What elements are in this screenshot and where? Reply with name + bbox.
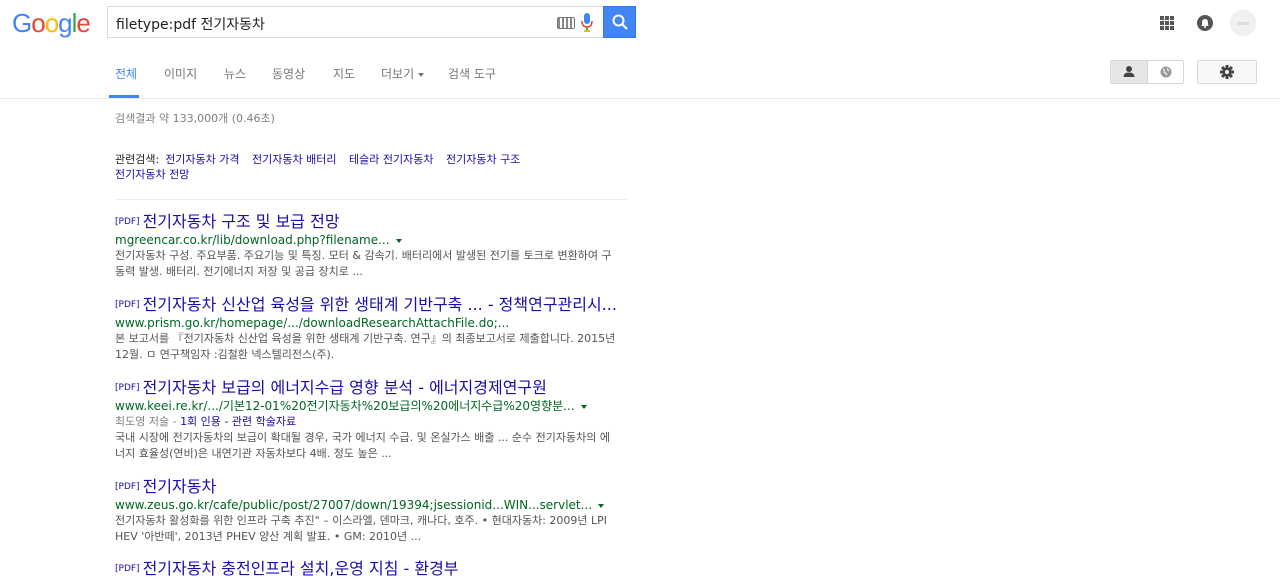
private-results-button[interactable] — [1111, 61, 1148, 83]
related-searches: 관련검색: 전기자동차 가격 전기자동차 배터리 테슬라 전기자동차 전기자동차 … — [115, 152, 575, 182]
tab-search-tools[interactable]: 검색 도구 — [448, 65, 496, 82]
logo-letter: o — [44, 8, 60, 38]
related-search-link[interactable]: 전기자동차 구조 — [446, 153, 520, 166]
logo-letter: e — [76, 8, 91, 38]
person-icon — [1123, 66, 1135, 77]
related-search-link[interactable]: 전기자동차 가격 — [165, 153, 239, 166]
result-url: www.keei.re.kr/.../기본12-01%20전기자동차%20보급의… — [115, 399, 575, 413]
avatar-placeholder — [1237, 22, 1249, 25]
search-button[interactable] — [603, 6, 636, 38]
globe-icon — [1160, 66, 1172, 78]
search-result: [PDF] 전기자동차 보급의 에너지수급 영향 분석 - 에너지경제연구원 ww… — [115, 378, 635, 462]
tab-maps[interactable]: 지도 — [333, 65, 355, 82]
gear-icon — [1220, 65, 1234, 79]
search-result: [PDF] 전기자동차 신산업 육성을 위한 생태계 기반구축 ... - 정책연… — [115, 295, 635, 363]
logo-letter: o — [31, 8, 46, 38]
result-title-link[interactable]: 전기자동차 — [143, 477, 217, 496]
result-url: mgreencar.co.kr/lib/download.php?filenam… — [115, 233, 390, 247]
divider — [115, 199, 627, 200]
related-searches-label: 관련검색: — [115, 153, 160, 166]
url-menu-arrow-icon[interactable] — [598, 503, 605, 508]
citation-link[interactable]: 1회 인용 - 관련 학술자료 — [180, 415, 296, 428]
related-search-link[interactable]: 전기자동차 배터리 — [252, 153, 336, 166]
file-type-tag: [PDF] — [115, 217, 140, 227]
results-scope-toggle — [1110, 60, 1184, 84]
logo-letter: G — [12, 8, 32, 38]
tab-all[interactable]: 전체 — [115, 65, 137, 82]
avatar[interactable] — [1230, 10, 1256, 36]
search-input[interactable]: filetype:pdf 전기자동차 — [107, 6, 603, 38]
file-type-tag: [PDF] — [115, 383, 140, 393]
result-snippet: 본 보고서를 『전기자동차 신산업 육성을 위한 생태계 기반구축. 연구』의 … — [115, 332, 616, 361]
tab-more[interactable]: 더보기 — [381, 65, 425, 82]
chevron-down-icon — [418, 72, 425, 77]
related-search-link[interactable]: 전기자동차 전망 — [115, 168, 189, 181]
file-type-tag: [PDF] — [115, 300, 140, 310]
keyboard-icon[interactable] — [557, 17, 575, 29]
logo-letter: g — [58, 8, 73, 38]
settings-button[interactable] — [1197, 60, 1257, 84]
result-url: www.zeus.go.kr/cafe/public/post/27007/do… — [115, 498, 593, 512]
result-author: 최도영 저술 - — [115, 415, 181, 428]
result-stats: 검색결과 약 133,000개 (0.46초) — [115, 112, 275, 125]
tab-images[interactable]: 이미지 — [164, 65, 197, 82]
result-title-link[interactable]: 전기자동차 보급의 에너지수급 영향 분석 - 에너지경제연구원 — [143, 378, 547, 397]
result-title-link[interactable]: 전기자동차 신산업 육성을 위한 생태계 기반구축 ... - 정책연구관리시.… — [143, 295, 617, 314]
url-menu-arrow-icon[interactable] — [395, 238, 402, 243]
search-tabs: 전체 이미지 뉴스 동영상 지도 더보기 검색 도구 — [0, 48, 1280, 99]
result-title-link[interactable]: 전기자동차 구조 및 보급 전망 — [143, 212, 340, 231]
apps-grid-icon[interactable] — [1160, 16, 1174, 30]
result-snippet: 국내 시장에 전기자동차의 보급이 확대될 경우, 국가 에너지 수급. 및 온… — [115, 431, 610, 460]
result-snippet: 전기자동차 구성. 주요부품. 주요기능 및 특징. 모터 & 감속기. 배터리… — [115, 249, 612, 278]
notification-bell-icon[interactable] — [1197, 15, 1213, 31]
result-url: www.prism.go.kr/homepage/.../downloadRes… — [115, 316, 510, 330]
active-tab-indicator — [109, 95, 139, 98]
search-result: [PDF] 전기자동차 www.zeus.go.kr/cafe/public/po… — [115, 477, 635, 545]
result-snippet: 전기자동차 활성화를 위한 인프라 구축 추진" – 이스라엘, 덴마크, 캐나… — [115, 514, 608, 543]
search-result: [PDF] 전기자동차 충전인프라 설치,운영 지침 - 환경부 — [115, 559, 635, 579]
microphone-icon[interactable] — [581, 13, 593, 37]
tab-more-label: 더보기 — [381, 67, 415, 81]
search-icon — [612, 14, 628, 30]
file-type-tag: [PDF] — [115, 564, 140, 574]
global-results-button[interactable] — [1148, 61, 1184, 83]
file-type-tag: [PDF] — [115, 482, 140, 492]
tab-videos[interactable]: 동영상 — [272, 65, 305, 82]
search-query[interactable]: filetype:pdf 전기자동차 — [116, 14, 265, 34]
header: Google filetype:pdf 전기자동차 — [0, 0, 1280, 48]
result-title-link[interactable]: 전기자동차 충전인프라 설치,운영 지침 - 환경부 — [143, 559, 459, 578]
url-menu-arrow-icon[interactable] — [580, 404, 587, 409]
google-logo[interactable]: Google — [12, 8, 91, 39]
search-result: [PDF] 전기자동차 구조 및 보급 전망 mgreencar.co.kr/li… — [115, 212, 635, 280]
related-search-link[interactable]: 테슬라 전기자동차 — [349, 153, 433, 166]
tab-news[interactable]: 뉴스 — [224, 65, 246, 82]
